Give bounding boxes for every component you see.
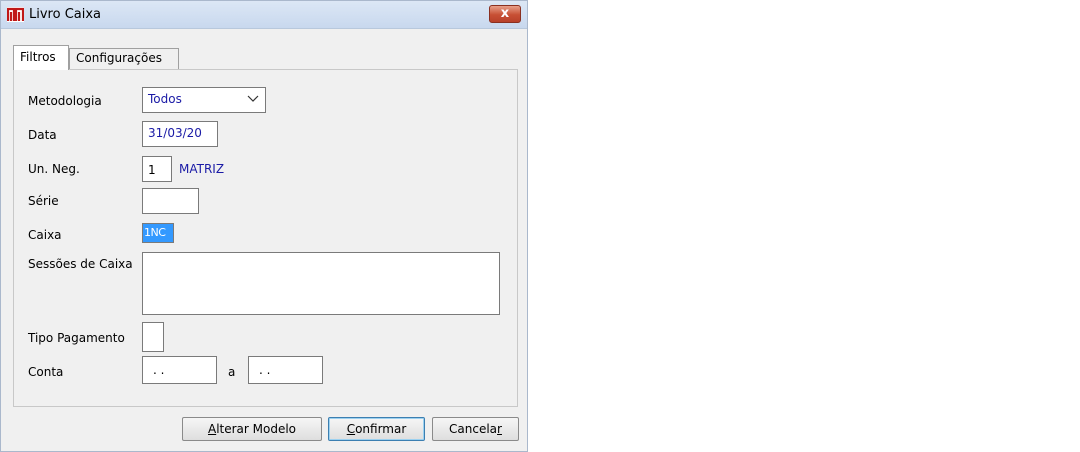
tipo-pagamento-input[interactable] [142,322,164,352]
window-title: Livro Caixa [29,7,102,22]
tipo-pagamento-label: Tipo Pagamento [28,331,125,345]
data-input[interactable]: 31/03/20 [142,121,218,147]
alterar-modelo-label: lterar Modelo [216,422,297,436]
conta-from-input[interactable]: . . [142,356,217,384]
sessoes-label: Sessões de Caixa [28,257,133,271]
conta-label: Conta [28,365,64,379]
un-neg-input[interactable]: 1 [142,156,172,182]
serie-label: Série [28,194,59,208]
conta-separator: a [228,365,236,379]
app-logo-icon [7,7,24,22]
metodologia-value: Todos [148,92,182,106]
alterar-modelo-accel: A [207,422,217,436]
caixa-input[interactable]: 1NC [142,223,174,243]
confirmar-button[interactable]: Confirmar [328,417,425,441]
cancelar-button[interactable]: Cancelar [432,417,519,441]
conta-to-input[interactable]: . . [248,356,323,384]
serie-input[interactable] [142,188,199,214]
confirmar-accel: C [346,422,356,436]
alterar-modelo-button[interactable]: Alterar Modelo [182,417,322,441]
caixa-label: Caixa [28,228,62,242]
title-bar[interactable]: Livro Caixa x [1,1,527,29]
confirmar-label: onfirmar [355,422,407,436]
cancelar-accel: r [497,422,502,436]
chevron-down-icon [247,95,259,102]
tab-filtros[interactable]: Filtros [13,45,69,70]
close-icon: x [500,6,510,21]
data-label: Data [28,128,57,142]
metodologia-label: Metodologia [28,94,102,108]
cancelar-label: Cancela [449,422,498,436]
livro-caixa-window: Livro Caixa x Filtros Configurações Meto… [0,0,528,452]
sessoes-list[interactable] [142,252,500,315]
close-button[interactable]: x [489,5,521,23]
tab-configuracoes[interactable]: Configurações [69,48,179,69]
un-neg-label: Un. Neg. [28,162,80,176]
un-neg-description: MATRIZ [179,162,225,176]
metodologia-select[interactable]: Todos [142,87,266,113]
